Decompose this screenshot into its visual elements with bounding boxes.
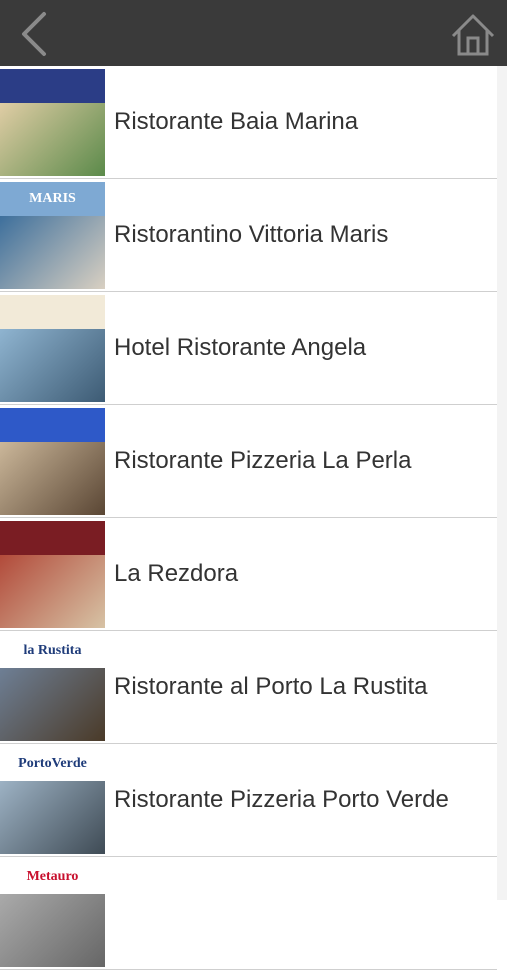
restaurant-photo	[0, 441, 105, 515]
list-item[interactable]: MARIS Ristorantino Vittoria Maris	[0, 179, 497, 292]
restaurant-logo	[0, 68, 105, 103]
restaurant-photo	[0, 554, 105, 628]
home-icon[interactable]	[449, 12, 497, 58]
list-item[interactable]: Hotel Ristorante Angela	[0, 292, 497, 405]
restaurant-name: La Rezdora	[114, 560, 239, 587]
logo-text: PortoVerde	[18, 755, 87, 771]
restaurant-logo	[0, 407, 105, 442]
restaurant-name: Ristorante Baia Marina	[114, 108, 359, 135]
restaurant-photo	[0, 667, 105, 741]
restaurant-logo	[0, 294, 105, 329]
list-item[interactable]: Metauro	[0, 857, 497, 970]
restaurant-logo: la Rustita	[0, 633, 105, 668]
restaurant-thumbnail	[0, 294, 105, 402]
restaurant-thumbnail	[0, 68, 105, 176]
list-item[interactable]: La Rezdora	[0, 518, 497, 631]
scrollbar[interactable]	[497, 66, 507, 900]
restaurant-photo	[0, 215, 105, 289]
restaurant-photo	[0, 102, 105, 176]
restaurant-thumbnail: Metauro	[0, 859, 105, 967]
restaurant-thumbnail: la Rustita	[0, 633, 105, 741]
restaurant-logo: PortoVerde	[0, 746, 105, 781]
restaurant-list: Ristorante Baia Marina MARIS Ristorantino …	[0, 66, 497, 970]
list-item[interactable]: Ristorante Pizzeria La Perla	[0, 405, 497, 518]
restaurant-photo	[0, 328, 105, 402]
logo-text: Metauro	[26, 868, 79, 884]
restaurant-thumbnail	[0, 407, 105, 515]
restaurant-name: Ristorante al Porto La Rustita	[114, 673, 428, 700]
restaurant-name: Hotel Ristorante Angela	[114, 334, 367, 361]
chevron-left-icon[interactable]	[14, 10, 54, 58]
restaurant-name: Ristorante Pizzeria La Perla	[114, 447, 412, 474]
restaurant-thumbnail: PortoVerde	[0, 746, 105, 854]
restaurant-name: Ristorante Pizzeria Porto Verde	[114, 786, 449, 813]
restaurant-logo: MARIS	[0, 181, 105, 216]
list-item[interactable]: PortoVerde Ristorante Pizzeria Porto Verd…	[0, 744, 497, 857]
restaurant-name: Ristorantino Vittoria Maris	[114, 221, 389, 248]
restaurant-logo	[0, 520, 105, 555]
restaurant-thumbnail: MARIS	[0, 181, 105, 289]
logo-text: MARIS	[29, 190, 76, 206]
restaurant-photo	[0, 893, 105, 967]
restaurant-thumbnail	[0, 520, 105, 628]
list-item[interactable]: Ristorante Baia Marina	[0, 66, 497, 179]
restaurant-photo	[0, 780, 105, 854]
top-navigation-bar	[0, 0, 507, 66]
restaurant-logo: Metauro	[0, 859, 105, 894]
logo-text: la Rustita	[23, 642, 82, 658]
list-item[interactable]: la Rustita Ristorante al Porto La Rustita	[0, 631, 497, 744]
